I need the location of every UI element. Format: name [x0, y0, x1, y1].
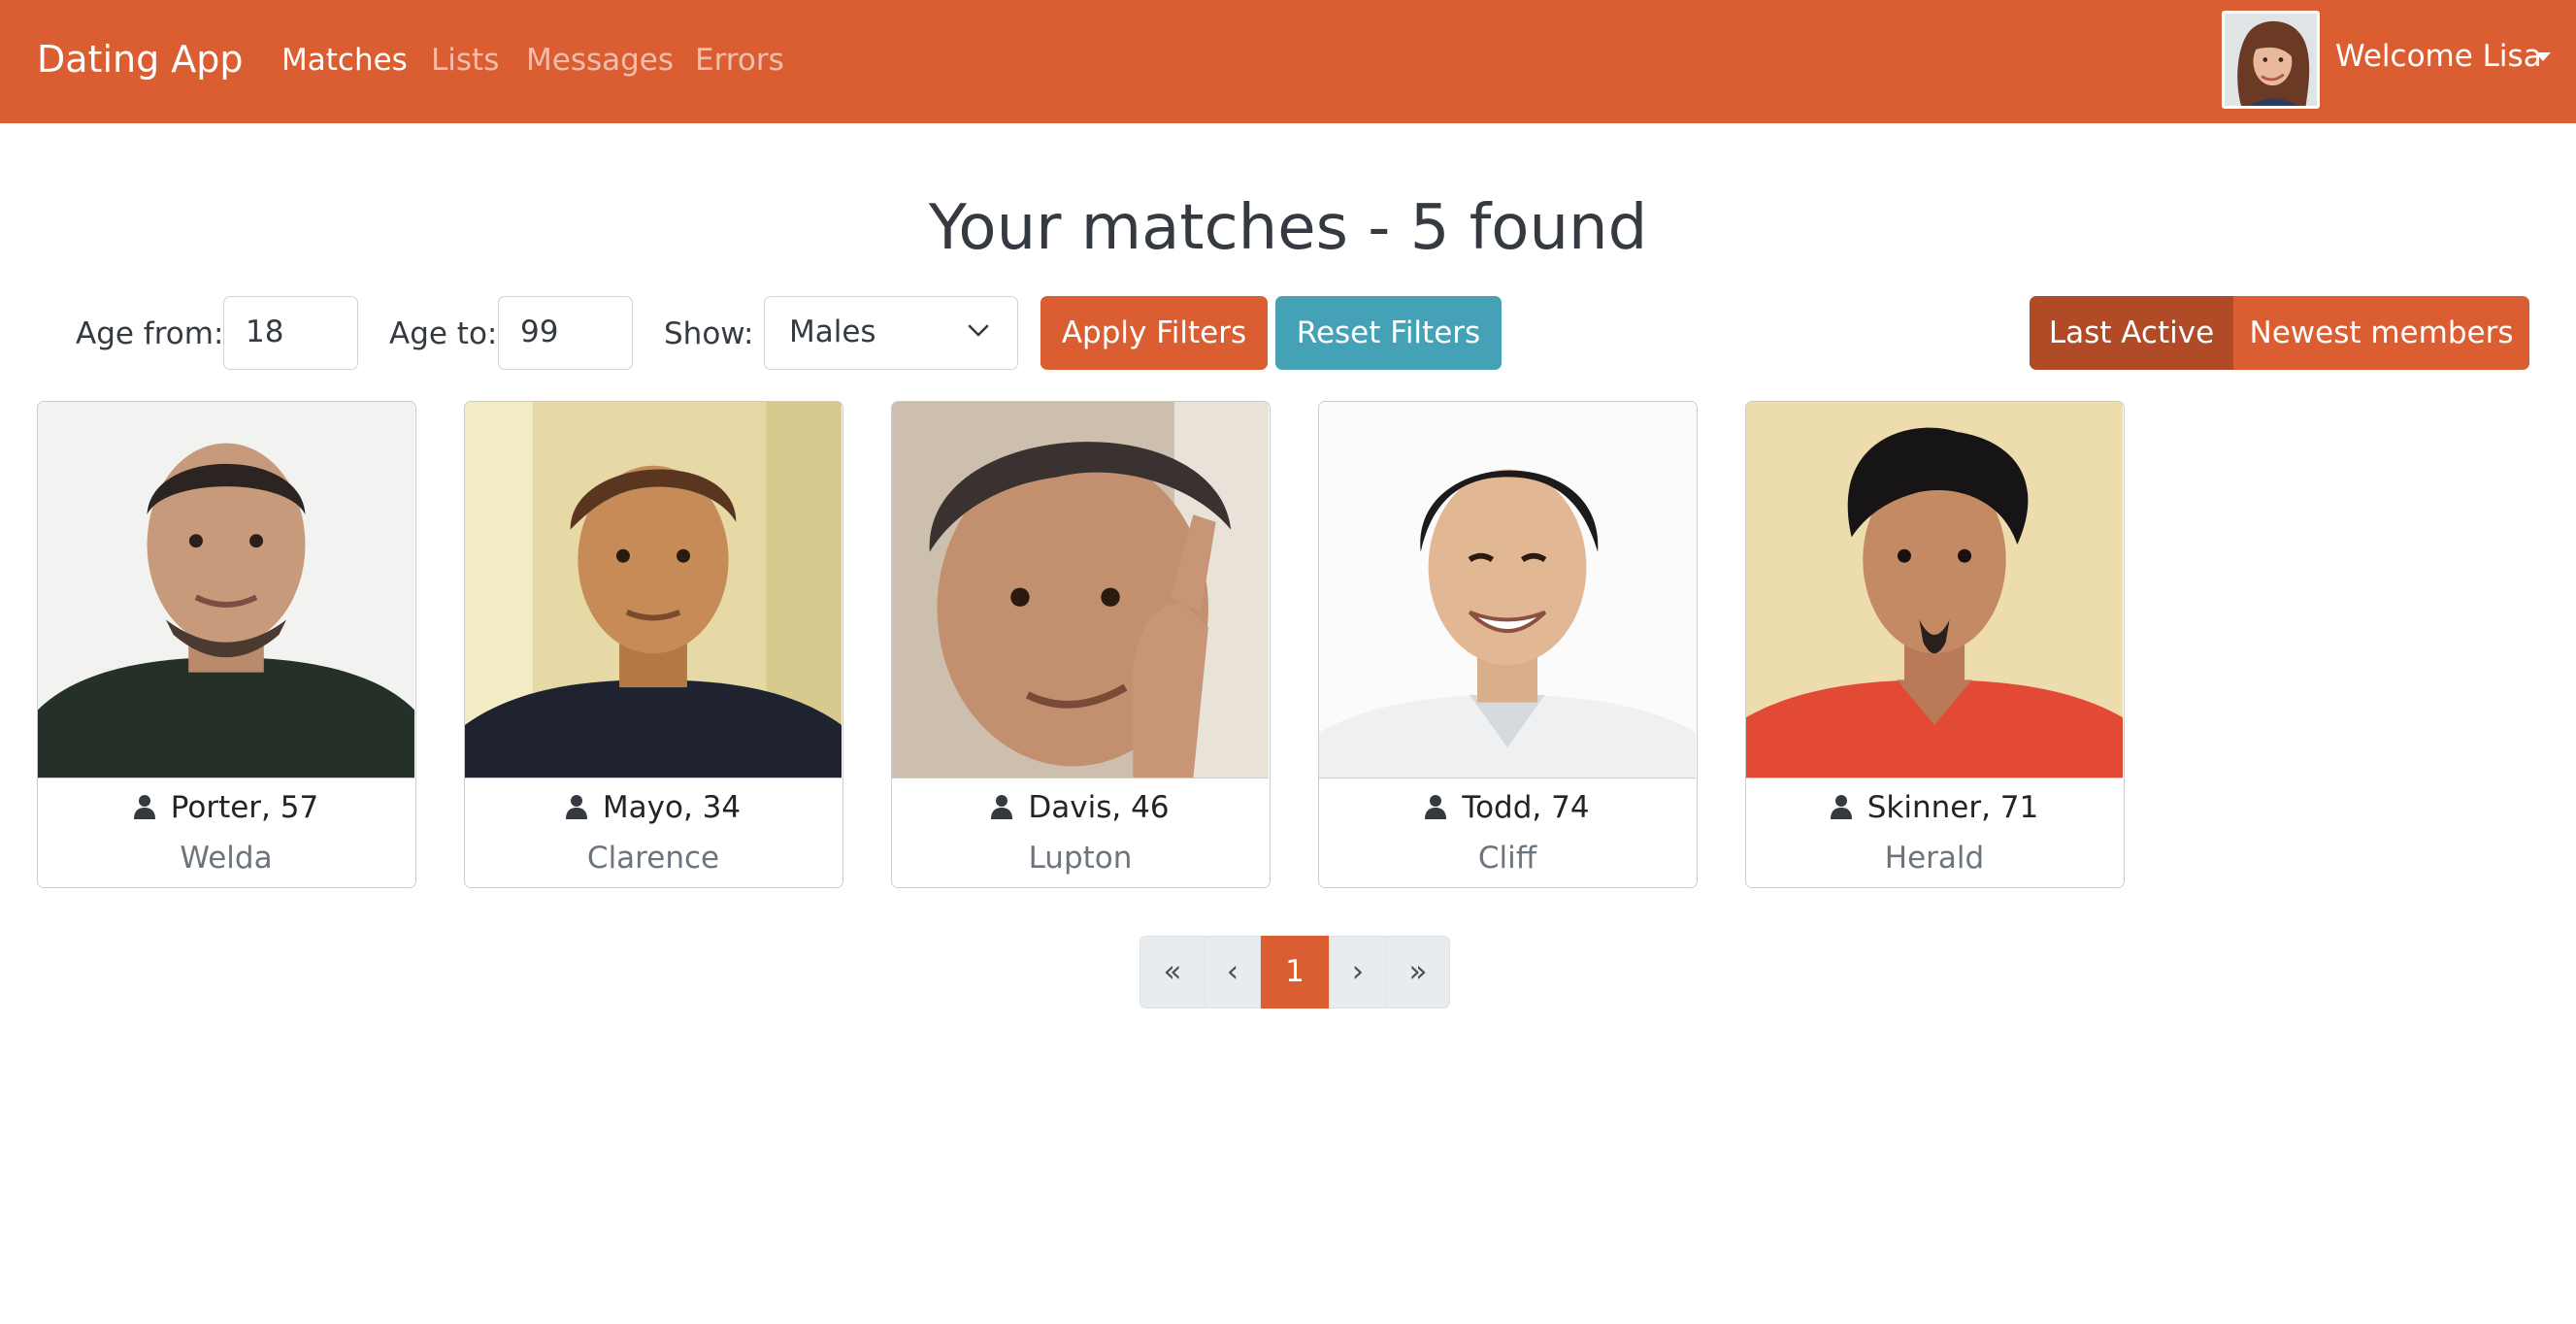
member-card[interactable]: Todd, 74 Cliff — [1318, 401, 1698, 888]
brand-link[interactable]: Dating App — [37, 33, 244, 85]
member-card[interactable]: Porter, 57 Welda — [37, 401, 416, 888]
avatar-photo — [2225, 14, 2317, 106]
member-name: Mayo, 34 — [602, 790, 742, 825]
member-photo-image — [465, 402, 842, 778]
page-1-button[interactable]: 1 — [1261, 936, 1329, 1009]
member-card[interactable]: Skinner, 71 Herald — [1745, 401, 2125, 888]
nav-link-errors[interactable]: Errors — [695, 39, 784, 82]
show-label: Show: — [664, 316, 754, 351]
age-from-label: Age from: — [76, 316, 224, 351]
caret-down-icon[interactable] — [2535, 52, 2551, 61]
member-name: Porter, 57 — [170, 790, 319, 825]
member-photo-image — [38, 402, 414, 778]
member-city: Herald — [1884, 841, 1985, 876]
previous-page-button[interactable]: ‹ — [1205, 936, 1261, 1009]
member-card[interactable]: Mayo, 34 Clarence — [464, 401, 843, 888]
member-photo-image — [892, 402, 1269, 778]
age-to-input[interactable]: 99 — [498, 296, 633, 370]
member-card[interactable]: Davis, 46 Lupton — [891, 401, 1271, 888]
gender-select-value: Males — [789, 314, 876, 349]
nav-link-messages[interactable]: Messages — [526, 39, 674, 82]
member-name: Skinner, 71 — [1866, 790, 2039, 825]
user-icon — [991, 794, 1013, 819]
member-photo[interactable] — [465, 402, 842, 778]
sort-newest-members-button[interactable]: Newest members — [2233, 296, 2529, 370]
member-city: Cliff — [1477, 841, 1537, 876]
page-title: Your matches - 5 found — [928, 192, 1648, 264]
user-icon — [565, 794, 587, 819]
sort-last-active-button[interactable]: Last Active — [2030, 296, 2233, 370]
next-page-button[interactable]: › — [1329, 936, 1387, 1009]
apply-filters-button[interactable]: Apply Filters — [1040, 296, 1268, 370]
member-city: Lupton — [1028, 841, 1133, 876]
reset-filters-button[interactable]: Reset Filters — [1275, 296, 1502, 370]
member-city: Clarence — [586, 841, 720, 876]
age-to-label: Age to: — [389, 316, 498, 351]
chevron-down-icon — [968, 324, 989, 337]
member-city: Welda — [180, 841, 273, 876]
sort-button-group: Last Active Newest members — [2030, 296, 2529, 370]
last-page-button[interactable]: » — [1386, 936, 1450, 1009]
nav-link-matches[interactable]: Matches — [281, 39, 408, 82]
member-photo-image — [1319, 402, 1696, 778]
member-name: Todd, 74 — [1462, 790, 1590, 825]
member-name: Davis, 46 — [1028, 790, 1170, 825]
user-icon — [1830, 794, 1852, 819]
user-icon — [133, 794, 155, 819]
nav-link-lists[interactable]: Lists — [431, 39, 499, 82]
member-photo[interactable] — [1319, 402, 1696, 778]
user-avatar[interactable] — [2222, 11, 2320, 109]
member-photo-image — [1746, 402, 2123, 778]
welcome-dropdown[interactable]: Welcome Lisa — [2335, 35, 2542, 78]
first-page-button[interactable]: « — [1139, 936, 1205, 1009]
gender-select[interactable]: Males — [764, 296, 1018, 370]
member-photo[interactable] — [892, 402, 1269, 778]
age-from-input[interactable]: 18 — [223, 296, 358, 370]
member-photo[interactable] — [38, 402, 414, 778]
user-icon — [1425, 794, 1447, 819]
member-photo[interactable] — [1746, 402, 2123, 778]
navbar: Dating App Matches Lists Messages Errors… — [0, 0, 2576, 123]
